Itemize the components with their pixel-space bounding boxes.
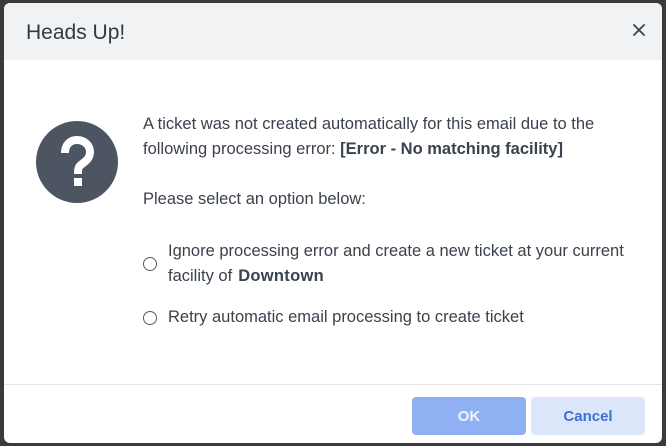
close-icon — [633, 24, 645, 36]
radio-ignore-error[interactable] — [143, 257, 157, 271]
current-facility: Downtown — [238, 267, 324, 285]
option-ignore-error[interactable]: Ignore processing error and create a new… — [143, 239, 638, 289]
footer-divider — [4, 384, 662, 385]
ok-button[interactable]: OK — [412, 397, 526, 435]
question-circle-icon — [36, 121, 118, 203]
select-prompt: Please select an option below: — [143, 190, 366, 208]
radio-retry-processing[interactable] — [143, 311, 157, 325]
option-retry-processing[interactable]: Retry automatic email processing to crea… — [143, 305, 638, 330]
close-button[interactable] — [628, 19, 650, 41]
option-retry-processing-label[interactable]: Retry automatic email processing to crea… — [168, 305, 638, 330]
error-code: [Error - No matching facility] — [340, 140, 563, 158]
dialog-header: Heads Up! — [4, 3, 662, 60]
option-ignore-error-text: Ignore processing error and create a new… — [168, 242, 624, 285]
heads-up-dialog: Heads Up! A ticket was not created autom… — [4, 3, 662, 443]
option-ignore-error-label[interactable]: Ignore processing error and create a new… — [168, 239, 638, 289]
dialog-title: Heads Up! — [26, 21, 126, 44]
cancel-button[interactable]: Cancel — [531, 397, 645, 435]
error-message: A ticket was not created automatically f… — [143, 112, 648, 162]
